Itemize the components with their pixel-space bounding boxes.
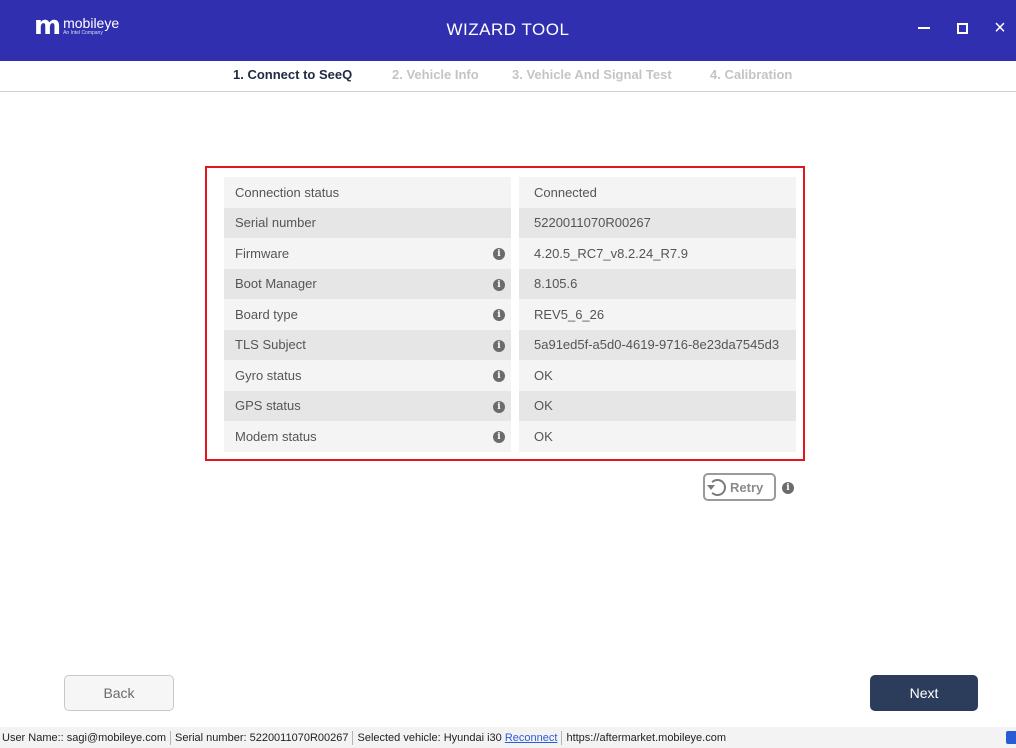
table-row: GPS status i OK (224, 390, 796, 421)
table-row: TLS Subject i 5a91ed5f-a5d0-4619-9716-8e… (224, 329, 796, 360)
title-bar: m mobileye An Intel Company WIZARD TOOL … (0, 0, 1016, 61)
device-info-panel: Connection status Connected Serial numbe… (205, 166, 805, 461)
row-value: OK (519, 390, 796, 421)
row-label: GPS status (224, 390, 487, 421)
info-icon[interactable]: i (493, 431, 505, 444)
info-icon[interactable]: i (493, 278, 505, 291)
row-label: Serial number (224, 207, 487, 238)
retry-label: Retry (730, 479, 764, 495)
step-calibration[interactable]: 4. Calibration (710, 67, 792, 82)
table-row: Boot Manager i 8.105.6 (224, 268, 796, 299)
maximize-button[interactable] (952, 16, 972, 40)
table-row: Firmware i 4.20.5_RC7_v8.2.24_R7.9 (224, 238, 796, 269)
next-button[interactable]: Next (870, 675, 978, 711)
info-icon[interactable]: i (493, 248, 505, 261)
row-value: 5a91ed5f-a5d0-4619-9716-8e23da7545d3 (519, 329, 796, 360)
row-label: Board type (224, 299, 487, 330)
table-row: Connection status Connected (224, 177, 796, 208)
row-value: 4.20.5_RC7_v8.2.24_R7.9 (519, 238, 796, 269)
info-icon[interactable]: i (493, 339, 505, 352)
status-url: https://aftermarket.mobileye.com (566, 731, 727, 744)
row-value: 5220011070R00267 (519, 207, 796, 238)
retry-icon (707, 478, 726, 496)
table-row: Board type i REV5_6_26 (224, 299, 796, 330)
table-row: Serial number 5220011070R00267 (224, 207, 796, 238)
step-vehicle-info[interactable]: 2. Vehicle Info (392, 67, 479, 82)
status-bar: User Name:: sagi@mobileye.com Serial num… (0, 727, 1016, 748)
status-corner-icon[interactable] (1006, 731, 1016, 744)
table-row: Modem status i OK (224, 421, 796, 452)
status-serial-number: Serial number: 5220011070R00267 (171, 730, 354, 745)
close-button[interactable]: × (990, 16, 1010, 40)
info-icon[interactable]: i (782, 482, 794, 494)
app-title: WIZARD TOOL (446, 20, 570, 39)
row-value: OK (519, 421, 796, 452)
row-label: Firmware (224, 238, 487, 269)
row-value: 8.105.6 (519, 268, 796, 299)
row-label: Gyro status (224, 360, 487, 391)
info-icon[interactable]: i (493, 370, 505, 383)
table-row: Gyro status i OK (224, 360, 796, 391)
info-icon[interactable]: i (493, 400, 505, 413)
maximize-icon (956, 22, 968, 34)
minimize-icon (918, 27, 930, 29)
device-info-table: Connection status Connected Serial numbe… (224, 177, 796, 452)
row-label: Modem status (224, 421, 487, 452)
row-value: REV5_6_26 (519, 299, 796, 330)
row-label: TLS Subject (224, 329, 487, 360)
retry-button[interactable]: Retry (703, 473, 776, 501)
info-icon[interactable]: i (493, 309, 505, 322)
row-value: OK (519, 360, 796, 391)
close-icon: × (994, 16, 1006, 39)
row-label: Boot Manager (224, 268, 487, 299)
step-vehicle-and-signal-test[interactable]: 3. Vehicle And Signal Test (512, 67, 672, 82)
wizard-steps: 1. Connect to SeeQ 2. Vehicle Info 3. Ve… (0, 61, 1016, 92)
step-connect-to-seeq[interactable]: 1. Connect to SeeQ (233, 67, 352, 82)
row-value: Connected (519, 177, 796, 208)
status-user-name: User Name:: sagi@mobileye.com (0, 730, 171, 745)
status-selected-vehicle: Selected vehicle: Hyundai i30 (357, 731, 502, 744)
minimize-button[interactable] (914, 16, 934, 40)
row-label: Connection status (224, 177, 487, 208)
reconnect-link[interactable]: Reconnect (505, 732, 558, 744)
back-button[interactable]: Back (64, 675, 174, 711)
